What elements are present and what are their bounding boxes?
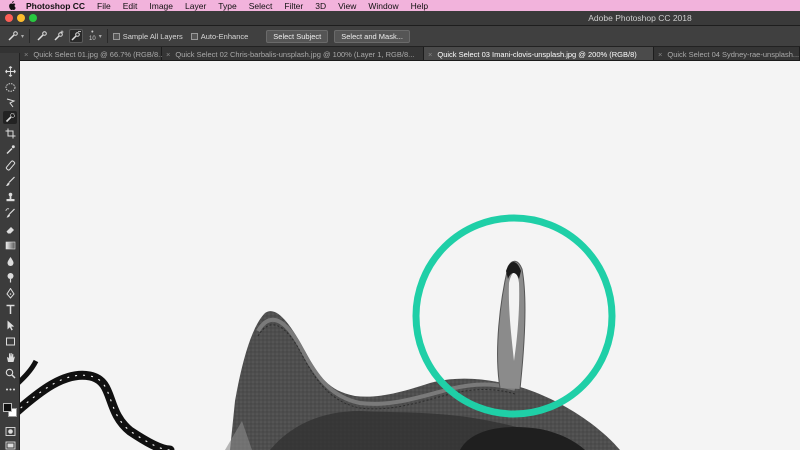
menu-window[interactable]: Window bbox=[368, 1, 398, 11]
auto-enhance-label: Auto-Enhance bbox=[200, 31, 249, 41]
shape-icon[interactable] bbox=[3, 335, 17, 348]
tab-quick-select-02[interactable]: × Quick Select 02 Chris-barbalis-unsplas… bbox=[162, 47, 424, 60]
healing-icon[interactable] bbox=[3, 159, 17, 172]
gradient-icon[interactable] bbox=[3, 239, 17, 252]
sample-all-layers-label: Sample All Layers bbox=[122, 31, 183, 41]
menu-help[interactable]: Help bbox=[411, 1, 428, 11]
lasso-icon[interactable] bbox=[3, 96, 17, 109]
foreground-color-swatch[interactable] bbox=[3, 403, 12, 412]
select-subject-button[interactable]: Select Subject bbox=[266, 29, 329, 43]
auto-enhance-checkbox[interactable]: Auto-Enhance bbox=[190, 31, 249, 41]
menu-file[interactable]: File bbox=[97, 1, 111, 11]
document-canvas[interactable] bbox=[20, 61, 800, 450]
tool-preset-icon[interactable] bbox=[6, 29, 20, 43]
pen-icon[interactable] bbox=[3, 287, 17, 300]
preset-chevron-icon[interactable]: ▾ bbox=[21, 33, 24, 40]
checkbox-box bbox=[112, 32, 120, 40]
menu-app-name[interactable]: Photoshop CC bbox=[26, 1, 85, 11]
tab-label: Quick Select 04 Sydney-rae-unsplash... bbox=[667, 49, 800, 59]
add-to-selection-icon[interactable] bbox=[52, 29, 66, 43]
tab-label: Quick Select 01.jpg @ 66.7% (RGB/8... bbox=[33, 49, 165, 59]
color-swatches[interactable] bbox=[1, 401, 19, 421]
divider bbox=[106, 29, 108, 43]
hand-icon[interactable] bbox=[3, 351, 17, 364]
path-select-icon[interactable] bbox=[3, 319, 17, 332]
divider bbox=[29, 29, 31, 43]
shoelace bbox=[20, 370, 175, 450]
menu-type[interactable]: Type bbox=[218, 1, 236, 11]
tab-label: Quick Select 02 Chris-barbalis-unsplash.… bbox=[175, 49, 415, 59]
zoom-icon[interactable] bbox=[3, 367, 17, 380]
eraser-icon[interactable] bbox=[3, 223, 17, 236]
menu-view[interactable]: View bbox=[338, 1, 356, 11]
menu-image[interactable]: Image bbox=[149, 1, 173, 11]
menu-edit[interactable]: Edit bbox=[123, 1, 138, 11]
brush-icon[interactable] bbox=[3, 175, 17, 188]
history-brush-icon[interactable] bbox=[3, 207, 17, 220]
menu-bar: Photoshop CC File Edit Image Layer Type … bbox=[0, 0, 800, 11]
menu-select[interactable]: Select bbox=[249, 1, 273, 11]
marquee-icon[interactable] bbox=[3, 81, 17, 94]
blur-icon[interactable] bbox=[3, 255, 17, 268]
close-tab-icon[interactable]: × bbox=[166, 50, 170, 59]
dodge-icon[interactable] bbox=[3, 271, 17, 284]
document-tabs: × Quick Select 01.jpg @ 66.7% (RGB/8... … bbox=[20, 47, 800, 61]
move-icon[interactable] bbox=[3, 65, 17, 78]
tab-quick-select-03[interactable]: × Quick Select 03 Imani-clovis-unsplash.… bbox=[424, 47, 654, 60]
brush-size-value: 10 bbox=[89, 36, 96, 42]
quick-mask-icon[interactable] bbox=[3, 425, 17, 438]
menu-layer[interactable]: Layer bbox=[185, 1, 206, 11]
toolbar-grip[interactable] bbox=[0, 47, 20, 53]
window-title-bar: Adobe Photoshop CC 2018 bbox=[0, 11, 800, 26]
subtract-from-selection-icon[interactable] bbox=[69, 29, 84, 43]
sample-all-layers-checkbox[interactable]: Sample All Layers bbox=[112, 31, 183, 41]
screen-mode-icon[interactable] bbox=[3, 439, 17, 450]
menu-3d[interactable]: 3D bbox=[315, 1, 326, 11]
stamp-icon[interactable] bbox=[3, 191, 17, 204]
tab-label: Quick Select 03 Imani-clovis-unsplash.jp… bbox=[437, 49, 637, 59]
tab-quick-select-01[interactable]: × Quick Select 01.jpg @ 66.7% (RGB/8... bbox=[20, 47, 165, 60]
new-selection-icon[interactable] bbox=[35, 29, 49, 43]
brush-chevron-icon[interactable]: ▾ bbox=[99, 33, 102, 40]
window-title: Adobe Photoshop CC 2018 bbox=[588, 13, 692, 23]
select-and-mask-button[interactable]: Select and Mask... bbox=[334, 29, 410, 43]
close-tab-icon[interactable]: × bbox=[24, 50, 28, 59]
options-bar: ▾ • 10 ▾ Sample All Layers Auto-Enhance … bbox=[0, 26, 800, 47]
quick-selection-icon[interactable] bbox=[3, 111, 17, 124]
close-tab-icon[interactable]: × bbox=[658, 50, 662, 59]
checkbox-box bbox=[190, 32, 198, 40]
tab-quick-select-04[interactable]: × Quick Select 04 Sydney-rae-unsplash... bbox=[654, 47, 800, 60]
close-tab-icon[interactable]: × bbox=[428, 50, 432, 59]
tools-panel bbox=[0, 47, 20, 450]
more-icon[interactable] bbox=[3, 383, 17, 396]
brush-size-picker[interactable]: • 10 bbox=[89, 29, 96, 42]
crop-icon[interactable] bbox=[3, 127, 17, 140]
apple-icon[interactable] bbox=[8, 1, 18, 10]
type-icon[interactable] bbox=[3, 303, 17, 316]
eyedropper-icon[interactable] bbox=[3, 143, 17, 156]
shoe-photo bbox=[20, 214, 620, 450]
menu-filter[interactable]: Filter bbox=[284, 1, 303, 11]
